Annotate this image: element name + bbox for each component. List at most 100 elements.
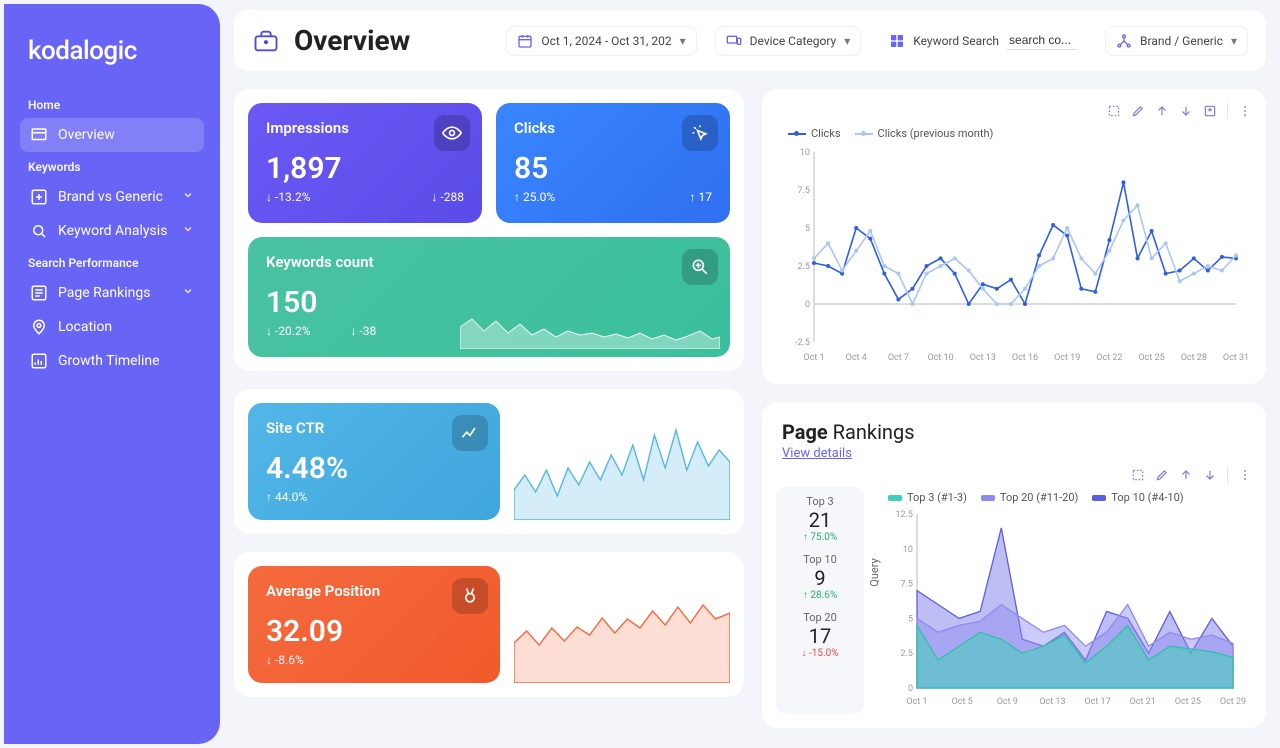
ctr-sparkline (514, 403, 730, 520)
svg-text:5: 5 (805, 224, 810, 234)
arrow-down-icon[interactable] (1179, 104, 1193, 118)
card-title: Site CTR (266, 419, 482, 437)
svg-text:Oct 25: Oct 25 (1138, 353, 1164, 363)
svg-text:Oct 1: Oct 1 (906, 697, 927, 707)
svg-text:Oct 1: Oct 1 (803, 353, 824, 363)
svg-text:0: 0 (805, 300, 810, 310)
svg-text:2.5: 2.5 (798, 262, 811, 272)
page-title-text: Overview (294, 24, 410, 57)
nav-section-home: Home (20, 90, 204, 118)
date-range-text: Oct 1, 2024 - Oct 31, 202 (541, 34, 671, 48)
page-rankings-panel: Page Rankings View details (762, 402, 1266, 728)
chevron-down-icon (182, 189, 194, 205)
svg-text:Oct 31: Oct 31 (1223, 353, 1249, 363)
rankings-icon (30, 284, 48, 302)
analysis-icon (30, 222, 48, 240)
sidebar-item-location[interactable]: Location (20, 310, 204, 344)
rank-stat-top3: Top 3 21 ↑ 75.0% (780, 495, 860, 543)
svg-text:Oct 21: Oct 21 (1130, 697, 1156, 707)
card-value: 32.09 (266, 614, 482, 649)
card-pct: ↓ -8.6% (266, 653, 304, 667)
nav-section-search-perf: Search Performance (20, 248, 204, 276)
clicks-chart-panel: Clicks Clicks (previous month) -2.5 0 2.5 5… (762, 89, 1266, 384)
sidebar-item-label: Growth Timeline (58, 353, 160, 369)
position-card[interactable]: Average Position 32.09 ↓ -8.6% (248, 566, 500, 683)
keyword-search-filter[interactable]: Keyword Search (879, 25, 1087, 56)
svg-text:Oct 17: Oct 17 (1084, 697, 1110, 707)
card-value: 85 (514, 151, 712, 186)
clicks-chart: -2.502.557.510Oct 1Oct 4Oct 7Oct 10Oct 1… (776, 146, 1252, 370)
sidebar-item-page-rankings[interactable]: Page Rankings (20, 276, 204, 310)
timeline-icon (30, 352, 48, 370)
chevron-down-icon (182, 285, 194, 301)
chevron-down-icon: ▾ (844, 34, 850, 48)
svg-text:Oct 5: Oct 5 (952, 697, 973, 707)
sidebar-item-label: Overview (58, 127, 115, 143)
metric-cards-panel: Impressions 1,897 ↓ -13.2% ↓ -288 (234, 89, 744, 371)
sidebar-item-brand-generic[interactable]: Brand vs Generic (20, 180, 204, 214)
more-icon[interactable] (1238, 468, 1252, 482)
svg-text:12.5: 12.5 (895, 510, 913, 520)
sidebar-item-growth-timeline[interactable]: Growth Timeline (20, 344, 204, 378)
device-category-filter[interactable]: Device Category ▾ (715, 26, 862, 56)
card-abs: ↓ -288 (431, 190, 464, 204)
ctr-card[interactable]: Site CTR 4.48% ↑ 44.0% (248, 403, 500, 520)
ctr-panel: Site CTR 4.48% ↑ 44.0% (234, 389, 744, 534)
keyword-label: Keyword Search (913, 34, 999, 48)
view-details-link[interactable]: View details (782, 446, 1246, 461)
svg-text:Oct 22: Oct 22 (1096, 353, 1122, 363)
device-label: Device Category (750, 34, 837, 48)
arrow-down-icon[interactable] (1203, 468, 1217, 482)
date-range-filter[interactable]: Oct 1, 2024 - Oct 31, 202 ▾ (506, 26, 696, 56)
svg-text:Oct 4: Oct 4 (846, 353, 867, 363)
svg-text:Oct 29: Oct 29 (1220, 697, 1246, 707)
keywords-card[interactable]: Keywords count 150 ↓ -20.2% ↓ -38 (248, 237, 730, 357)
svg-text:-2.5: -2.5 (795, 338, 810, 348)
eye-icon (434, 115, 470, 151)
rankings-chart-legend: Top 3 (#1-3) Top 20 (#11-20) Top 10 (#4-… (876, 487, 1252, 510)
sidebar-item-label: Location (58, 319, 112, 335)
brand-generic-filter[interactable]: Brand / Generic ▾ (1105, 26, 1248, 56)
sidebar-item-label: Page Rankings (58, 285, 150, 301)
sidebar-item-overview[interactable]: Overview (20, 118, 204, 152)
svg-text:10: 10 (903, 545, 913, 555)
logo: kodalogic (20, 28, 204, 90)
card-pct: ↓ -13.2% (266, 190, 311, 204)
svg-text:Oct 9: Oct 9 (997, 697, 1018, 707)
keyword-search-input[interactable] (1007, 31, 1077, 50)
more-icon[interactable] (1238, 104, 1252, 118)
svg-text:10: 10 (800, 148, 810, 158)
overview-icon (30, 126, 48, 144)
sidebar-item-label: Brand vs Generic (58, 189, 163, 205)
arrow-up-icon[interactable] (1179, 468, 1193, 482)
sidebar-item-keyword-analysis[interactable]: Keyword Analysis (20, 214, 204, 248)
svg-text:5: 5 (908, 614, 913, 624)
export-icon[interactable] (1203, 104, 1217, 118)
magnify-icon (682, 249, 718, 285)
page-title: Overview (252, 24, 410, 57)
sidebar-item-label: Keyword Analysis (58, 223, 167, 239)
chevron-down-icon: ▾ (680, 34, 686, 48)
card-title: Keywords count (266, 253, 712, 271)
card-value: 4.48% (266, 451, 482, 486)
card-pct: ↓ -20.2% (266, 324, 311, 338)
card-value: 1,897 (266, 151, 464, 186)
svg-text:2.5: 2.5 (901, 649, 914, 659)
edit-icon[interactable] (1155, 468, 1169, 482)
rank-stat-top10: Top 10 9 ↑ 28.6% (780, 553, 860, 601)
card-pct: ↑ 25.0% (514, 190, 555, 204)
clicks-chart-legend: Clicks Clicks (previous month) (776, 123, 1252, 146)
select-area-icon[interactable] (1131, 468, 1145, 482)
rank-stat-top20: Top 20 17 ↓ -15.0% (780, 611, 860, 659)
devices-icon (726, 33, 742, 49)
branch-icon (1116, 33, 1132, 49)
impressions-card[interactable]: Impressions 1,897 ↓ -13.2% ↓ -288 (248, 103, 482, 223)
card-pct: ↑ 44.0% (266, 490, 307, 504)
card-abs: ↑ 17 (690, 190, 712, 204)
edit-icon[interactable] (1131, 104, 1145, 118)
click-icon (682, 115, 718, 151)
select-area-icon[interactable] (1107, 104, 1121, 118)
brand-label: Brand / Generic (1140, 34, 1223, 48)
clicks-card[interactable]: Clicks 85 ↑ 25.0% ↑ 17 (496, 103, 730, 223)
arrow-up-icon[interactable] (1155, 104, 1169, 118)
